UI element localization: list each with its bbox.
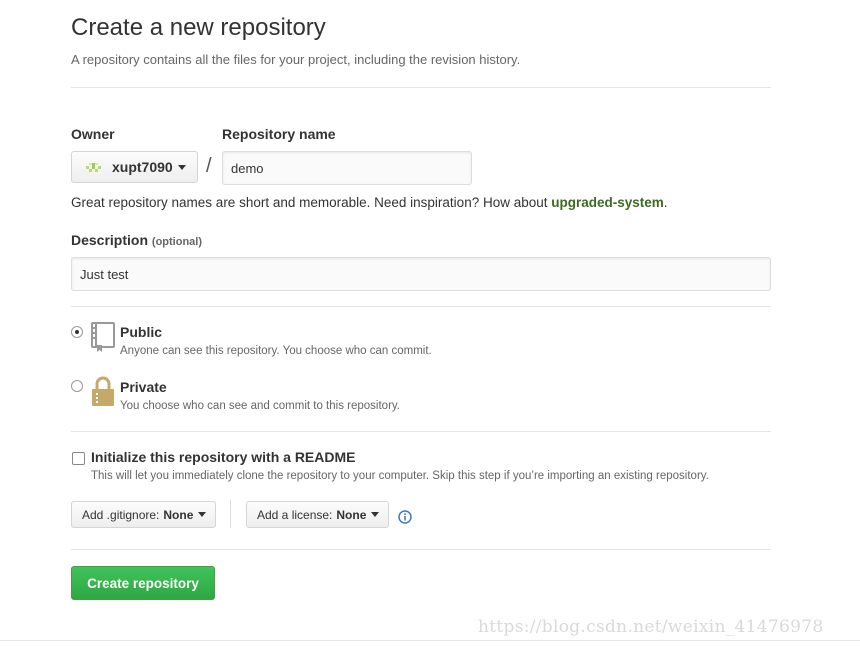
gitignore-value: None [163,507,194,522]
divider [71,431,771,432]
repo-name-label: Repository name [222,126,336,142]
repo-name-value: demo [231,160,264,176]
license-prefix: Add a license: [257,507,333,522]
private-title: Private [120,379,167,395]
lock-icon [92,376,114,406]
description-value: Just test [80,266,129,282]
license-dropdown[interactable]: Add a license: None [246,501,389,528]
public-title: Public [120,324,163,340]
info-icon[interactable] [398,510,412,524]
gitignore-prefix: Add .gitignore: [82,507,160,522]
gitignore-dropdown[interactable]: Add .gitignore: None [71,501,216,528]
caret-down-icon [371,512,380,517]
description-label: Description (optional) [71,232,202,248]
divider [71,306,771,307]
caret-down-icon [198,512,207,517]
repo-name-input[interactable]: demo [222,151,472,185]
owner-repo-separator: / [206,155,212,177]
identicon-icon [86,163,101,172]
repo-name-hint: Great repository names are short and mem… [71,195,668,210]
readme-desc: This will let you immediately clone the … [91,470,709,482]
repo-book-icon [91,322,115,352]
caret-down-icon [177,164,186,170]
page-title: Create a new repository [71,14,326,41]
public-radio[interactable] [71,326,83,338]
private-desc: You choose who can see and commit to thi… [120,400,400,412]
footer-divider [0,640,860,641]
public-desc: Anyone can see this repository. You choo… [120,345,432,357]
divider [71,549,771,550]
license-value: None [336,507,367,522]
optional-tag: (optional) [151,236,203,248]
repo-name-hint-text: Great repository names are short and mem… [71,195,552,210]
name-suggestion-link[interactable]: upgraded-system [551,195,664,210]
readme-title: Initialize this repository with a README [91,449,356,465]
divider [71,87,771,88]
owner-name: xupt7090 [112,159,173,175]
owner-label: Owner [71,126,115,142]
dropdown-separator [230,500,231,528]
readme-checkbox[interactable] [72,452,85,465]
private-radio[interactable] [71,380,83,392]
description-input[interactable]: Just test [71,257,771,291]
create-repository-button[interactable]: Create repository [71,566,215,600]
owner-select-button[interactable]: xupt7090 [71,151,198,183]
page-subtitle: A repository contains all the files for … [71,52,521,67]
hint-suffix: . [663,195,668,210]
watermark: https://blog.csdn.net/weixin_41476978 [478,617,824,637]
description-label-text: Description [71,232,149,248]
